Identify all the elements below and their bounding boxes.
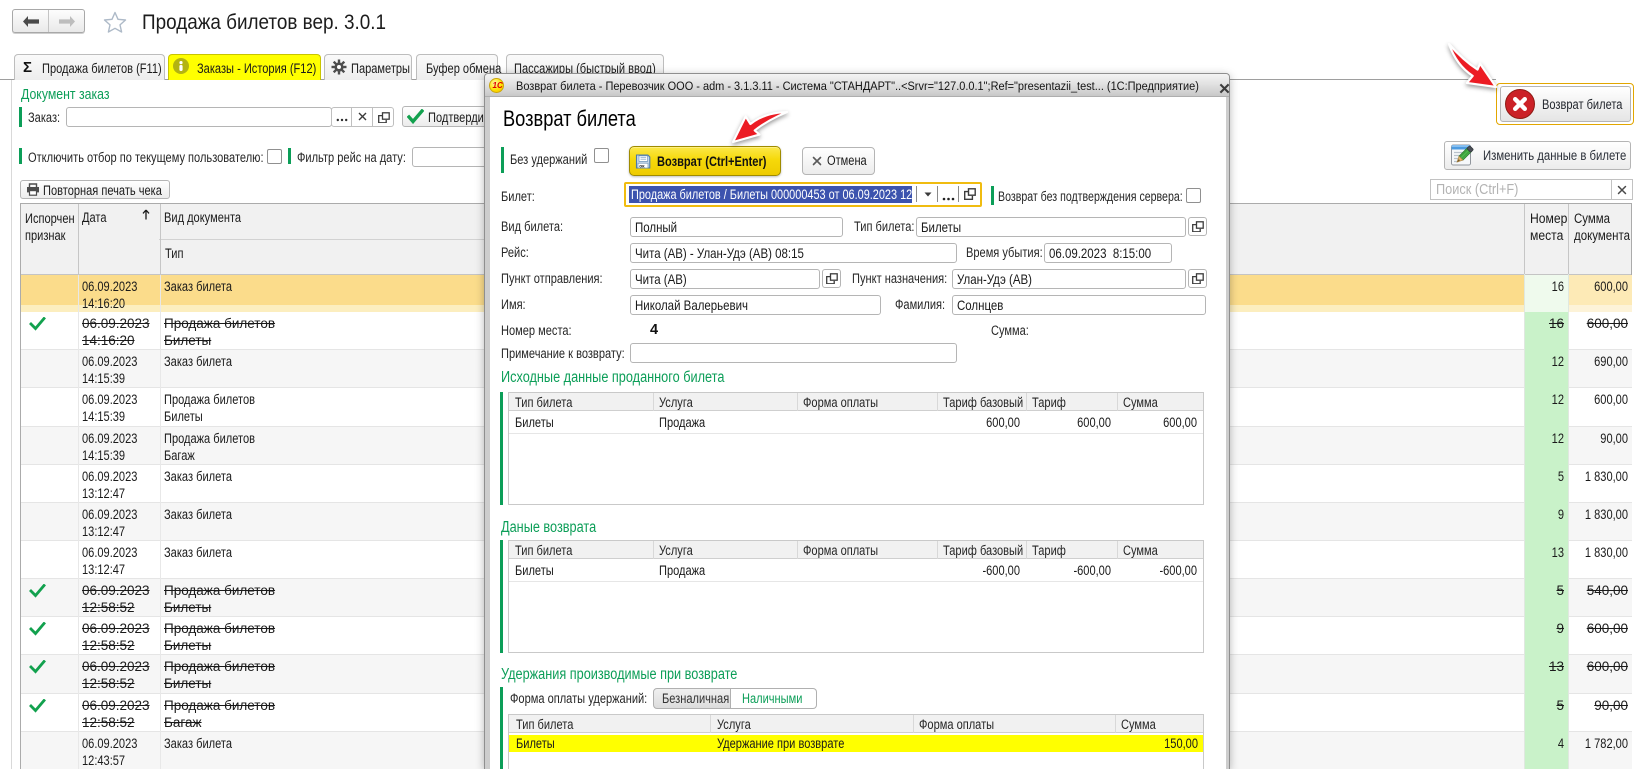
svg-text:ок: ок [639, 164, 645, 169]
